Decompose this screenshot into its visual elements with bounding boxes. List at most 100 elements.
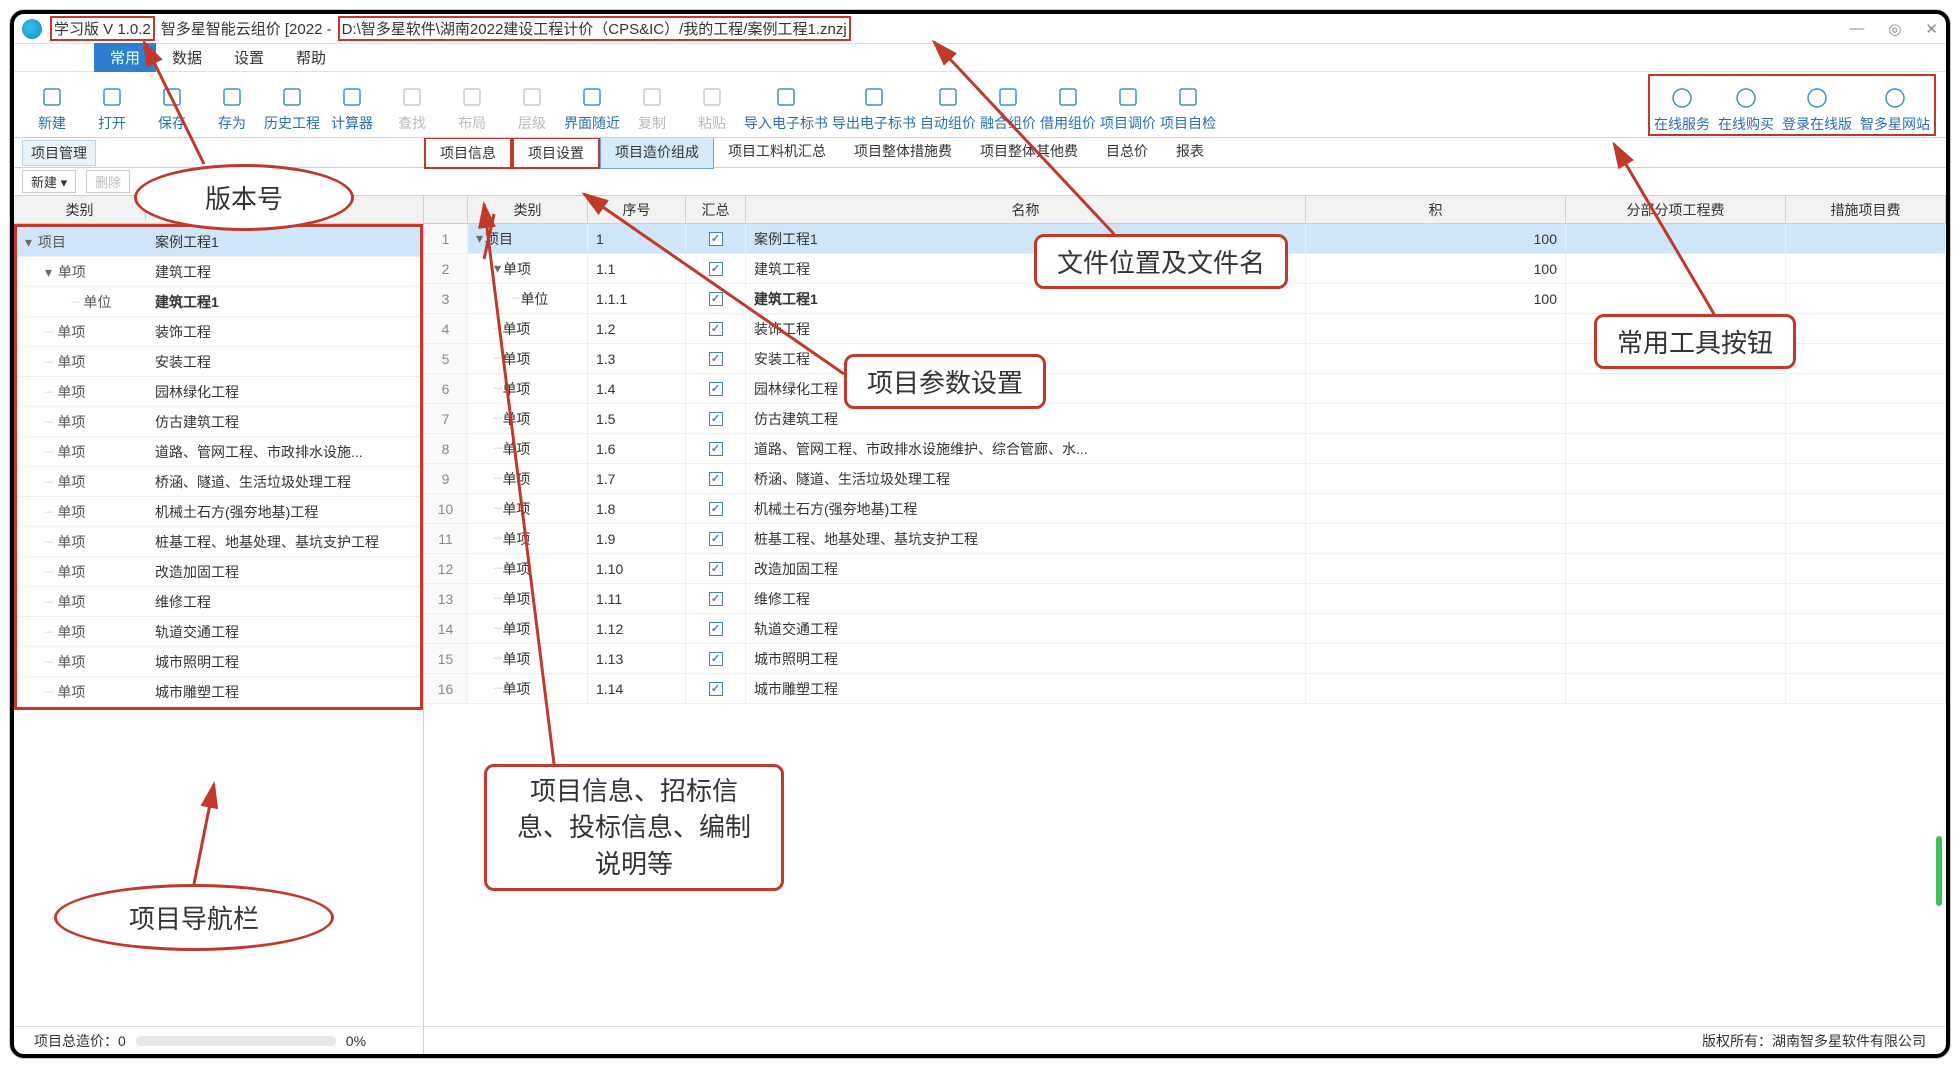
menu-bar: 常用 数据 设置 帮助 <box>14 44 1946 72</box>
tree-row[interactable]: ┈ 单项改造加固工程 <box>17 557 420 587</box>
tree-row[interactable]: ┈ 单项城市照明工程 <box>17 647 420 677</box>
toolbar-btn-14[interactable]: 自动组价 <box>920 75 976 133</box>
toolbar-icon <box>1732 84 1760 112</box>
toolbar-right-btn-0[interactable]: 在线服务 <box>1654 76 1710 134</box>
upper-tab-2[interactable]: 项目造价组成 <box>600 137 714 169</box>
delete-button[interactable]: 删除 <box>86 170 130 193</box>
menu-data[interactable]: 数据 <box>156 43 218 72</box>
tree-row[interactable]: ┈ 单项仿古建筑工程 <box>17 407 420 437</box>
upper-tab-4[interactable]: 项目整体措施费 <box>840 137 966 169</box>
tree-row[interactable]: ┈ 单项桩基工程、地基处理、基坑支护工程 <box>17 527 420 557</box>
checkbox-icon[interactable]: ✓ <box>709 682 723 696</box>
toolbar-btn-5[interactable]: 计算器 <box>324 75 380 133</box>
grid-row[interactable]: 11┈ 单项1.9✓桩基工程、地基处理、基坑支护工程 <box>424 524 1946 554</box>
upper-tab-3[interactable]: 项目工料机汇总 <box>714 137 840 169</box>
checkbox-icon[interactable]: ✓ <box>709 292 723 306</box>
callout-version: 版本号 <box>134 164 354 231</box>
toolbar-btn-1[interactable]: 打开 <box>84 75 140 133</box>
checkbox-icon[interactable]: ✓ <box>709 592 723 606</box>
callout-pinfo: 项目信息、招标信息、投标信息、编制说明等 <box>484 764 784 891</box>
scroll-indicator-icon[interactable] <box>1936 836 1942 906</box>
toolbar-btn-18[interactable]: 项目自检 <box>1160 75 1216 133</box>
tabs-row: 项目管理 项目信息项目设置项目造价组成项目工料机汇总项目整体措施费项目整体其他费… <box>14 138 1946 168</box>
checkbox-icon[interactable]: ✓ <box>709 502 723 516</box>
tree-row[interactable]: ┈ 单项道路、管网工程、市政排水设施... <box>17 437 420 467</box>
tree-col-type: 类别 <box>14 200 146 220</box>
toolbar-icon <box>278 83 306 111</box>
tree-row[interactable]: ▾ 单项建筑工程 <box>17 257 420 287</box>
checkbox-icon[interactable]: ✓ <box>709 232 723 246</box>
toolbar-btn-4[interactable]: 历史工程 <box>264 75 320 133</box>
toolbar-label: 历史工程 <box>264 113 320 133</box>
tree-row[interactable]: ┈ 单项园林绿化工程 <box>17 377 420 407</box>
grid-row[interactable]: 10┈ 单项1.8✓机械土石方(强夯地基)工程 <box>424 494 1946 524</box>
toolbar-btn-16[interactable]: 借用组价 <box>1040 75 1096 133</box>
checkbox-icon[interactable]: ✓ <box>709 472 723 486</box>
grid-row[interactable]: 8┈ 单项1.6✓道路、管网工程、市政排水设施维护、综合管廊、水... <box>424 434 1946 464</box>
callout-filepath: 文件位置及文件名 <box>1034 234 1288 289</box>
callout-toolbar: 常用工具按钮 <box>1594 314 1796 369</box>
grid-row[interactable]: 15┈ 单项1.13✓城市照明工程 <box>424 644 1946 674</box>
grid-row[interactable]: 12┈ 单项1.10✓改造加固工程 <box>424 554 1946 584</box>
copyright: 版权所有：湖南智多星软件有限公司 <box>1702 1031 1926 1051</box>
checkbox-icon[interactable]: ✓ <box>709 622 723 636</box>
toolbar-btn-15[interactable]: 融合组价 <box>980 75 1036 133</box>
tree-row[interactable]: ┈ 单项轨道交通工程 <box>17 617 420 647</box>
checkbox-icon[interactable]: ✓ <box>709 562 723 576</box>
toolbar-icon <box>338 83 366 111</box>
toolbar-btn-9[interactable]: 界面随近 <box>564 75 620 133</box>
upper-tab-7[interactable]: 报表 <box>1162 137 1218 169</box>
checkbox-icon[interactable]: ✓ <box>709 532 723 546</box>
grid-col-name: 名称 <box>746 196 1306 223</box>
grid-row[interactable]: 13┈ 单项1.11✓维修工程 <box>424 584 1946 614</box>
toolbar-btn-17[interactable]: 项目调价 <box>1100 75 1156 133</box>
new-dropdown[interactable]: 新建 ▾ <box>22 170 76 193</box>
close-icon[interactable]: ✕ <box>1925 20 1938 38</box>
menu-settings[interactable]: 设置 <box>218 43 280 72</box>
grid-row[interactable]: 7┈ 单项1.5✓仿古建筑工程 <box>424 404 1946 434</box>
project-mgmt-tab[interactable]: 项目管理 <box>22 140 96 166</box>
checkbox-icon[interactable]: ✓ <box>709 382 723 396</box>
tree-row[interactable]: ┈ 单项机械土石方(强夯地基)工程 <box>17 497 420 527</box>
upper-tab-5[interactable]: 项目整体其他费 <box>966 137 1092 169</box>
minimize-icon[interactable]: — <box>1849 20 1864 38</box>
menu-help[interactable]: 帮助 <box>280 43 342 72</box>
toolbar-right-btn-2[interactable]: 登录在线版 <box>1782 76 1852 134</box>
menu-common[interactable]: 常用 <box>94 43 156 72</box>
tree-row[interactable]: ┈ 单位建筑工程1 <box>17 287 420 317</box>
toolbar-label: 导出电子标书 <box>832 113 916 133</box>
tree-row[interactable]: ┈ 单项桥涵、隧道、生活垃圾处理工程 <box>17 467 420 497</box>
grid-row[interactable]: 14┈ 单项1.12✓轨道交通工程 <box>424 614 1946 644</box>
status-total-label: 项目总造价： <box>34 1031 118 1051</box>
checkbox-icon[interactable]: ✓ <box>709 412 723 426</box>
toolbar-btn-2[interactable]: 保存 <box>144 75 200 133</box>
toolbar-right-btn-3[interactable]: 智多星网站 <box>1860 76 1930 134</box>
tree-row[interactable]: ┈ 单项城市雕塑工程 <box>17 677 420 707</box>
checkbox-icon[interactable]: ✓ <box>709 322 723 336</box>
toolbar-label: 融合组价 <box>980 113 1036 133</box>
upper-tab-6[interactable]: 目总价 <box>1092 137 1162 169</box>
toolbar-label: 项目自检 <box>1160 113 1216 133</box>
grid-row[interactable]: 6┈ 单项1.4✓园林绿化工程 <box>424 374 1946 404</box>
toolbar-btn-12[interactable]: 导入电子标书 <box>744 75 828 133</box>
checkbox-icon[interactable]: ✓ <box>709 442 723 456</box>
checkbox-icon[interactable]: ✓ <box>709 352 723 366</box>
toolbar-icon <box>1881 84 1909 112</box>
checkbox-icon[interactable]: ✓ <box>709 262 723 276</box>
grid-row[interactable]: 9┈ 单项1.7✓桥涵、隧道、生活垃圾处理工程 <box>424 464 1946 494</box>
grid-row[interactable]: 16┈ 单项1.14✓城市雕塑工程 <box>424 674 1946 704</box>
toolbar-btn-3[interactable]: 存为 <box>204 75 260 133</box>
toolbar-btn-0[interactable]: 新建 <box>24 75 80 133</box>
tree-row[interactable]: ▾ 项目案例工程1 <box>17 227 420 257</box>
toolbar-btn-13[interactable]: 导出电子标书 <box>832 75 916 133</box>
maximize-icon[interactable]: ◎ <box>1888 20 1901 38</box>
tree-row[interactable]: ┈ 单项安装工程 <box>17 347 420 377</box>
checkbox-icon[interactable]: ✓ <box>709 652 723 666</box>
upper-tab-1[interactable]: 项目设置 <box>512 137 600 169</box>
toolbar-label: 借用组价 <box>1040 113 1096 133</box>
tree-row[interactable]: ┈ 单项维修工程 <box>17 587 420 617</box>
tree-row[interactable]: ┈ 单项装饰工程 <box>17 317 420 347</box>
toolbar-right-btn-1[interactable]: 在线购买 <box>1718 76 1774 134</box>
toolbar-label: 布局 <box>458 113 486 133</box>
upper-tab-0[interactable]: 项目信息 <box>424 137 512 169</box>
